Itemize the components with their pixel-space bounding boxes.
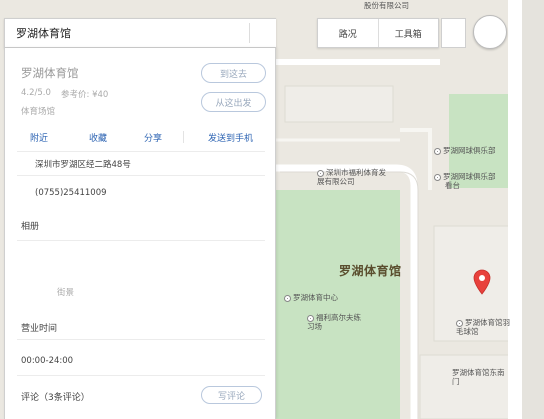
- divider: [17, 375, 265, 376]
- send-to-phone-link[interactable]: 发送到手机: [183, 131, 277, 144]
- map-poi-label: 福利高尔夫练习场: [307, 313, 361, 331]
- toolbar-extra-button[interactable]: [441, 18, 466, 48]
- depart-from-here-button[interactable]: 从这出发: [201, 92, 266, 112]
- poi-icon: [284, 294, 291, 302]
- place-category: 体育场馆: [21, 107, 56, 117]
- poi-icon: [434, 173, 441, 181]
- map-poi-label-suffix: 看台: [445, 181, 460, 190]
- map-venue-label[interactable]: 罗湖体育馆: [339, 262, 402, 279]
- map-poi-sports-center[interactable]: 罗湖体育中心: [284, 293, 338, 302]
- place-name: 罗湖体育馆: [21, 66, 79, 80]
- poi-icon: [434, 147, 441, 155]
- user-avatar[interactable]: [473, 15, 507, 49]
- place-price: 参考价: ¥40: [61, 90, 109, 100]
- opening-hours: 00:00-24:00: [21, 356, 74, 366]
- map-poi-label: 罗湖网球俱乐部: [443, 146, 496, 155]
- place-phone: (0755)25411009: [35, 188, 107, 198]
- divider: [17, 339, 265, 340]
- reviews-section-title: 评论（3条评论）: [21, 393, 90, 403]
- divider: [17, 151, 265, 152]
- map-poi-label: 罗湖体育馆东南门: [452, 368, 505, 386]
- traffic-button[interactable]: 路况: [318, 19, 378, 47]
- write-review-button[interactable]: 写评论: [201, 386, 262, 404]
- streetview-link[interactable]: 街景: [57, 286, 74, 298]
- search-input[interactable]: [5, 19, 250, 47]
- location-pin-icon[interactable]: [473, 269, 491, 295]
- go-there-button[interactable]: 到这去: [201, 63, 266, 83]
- search-divider: [249, 23, 250, 43]
- divider: [17, 240, 265, 241]
- poi-icon: [456, 319, 463, 327]
- map-toolbar: 路况 工具箱: [317, 18, 439, 48]
- map-poi-label: 罗湖体育馆羽毛球馆: [456, 318, 510, 336]
- map-poi-label: 罗湖体育中心: [293, 293, 338, 302]
- nearby-link[interactable]: 附近: [5, 126, 73, 148]
- toolbox-button[interactable]: 工具箱: [377, 19, 439, 47]
- map-poi-tennis-club[interactable]: 罗湖网球俱乐部: [434, 146, 496, 155]
- share-link[interactable]: 分享: [123, 126, 183, 148]
- photos-section-title: 相册: [21, 222, 40, 232]
- map-poi-tennis-stand[interactable]: 罗湖网球俱乐部 看台: [434, 172, 504, 190]
- divider: [17, 175, 265, 176]
- map-poi-label: 深圳市福利体育发展有限公司: [317, 168, 386, 186]
- map-label-company-fragment: 股份有限公司: [364, 1, 409, 10]
- search-box[interactable]: [4, 18, 276, 48]
- place-address: 深圳市罗湖区经二路48号: [35, 160, 131, 170]
- poi-icon: [307, 314, 314, 322]
- place-action-row: 附近 收藏 分享 发送到手机: [5, 126, 277, 148]
- map-poi-badminton-hall[interactable]: 罗湖体育馆羽毛球馆: [456, 318, 512, 336]
- hours-section-title: 营业时间: [21, 324, 58, 334]
- map-poi-east-gate[interactable]: 罗湖体育馆东南门: [452, 368, 508, 386]
- place-detail-panel: 罗湖体育馆 4.2/5.0 参考价: ¥40 体育场馆 到这去 从这出发 附近 …: [4, 48, 276, 419]
- map-poi-fuli-company[interactable]: 深圳市福利体育发展有限公司: [317, 168, 391, 186]
- map-poi-golf-range[interactable]: 福利高尔夫练习场: [307, 313, 365, 331]
- map-poi-label: 罗湖网球俱乐部: [443, 172, 496, 181]
- favorite-link[interactable]: 收藏: [73, 126, 123, 148]
- place-rating: 4.2/5.0: [21, 88, 51, 98]
- poi-icon: [317, 169, 324, 177]
